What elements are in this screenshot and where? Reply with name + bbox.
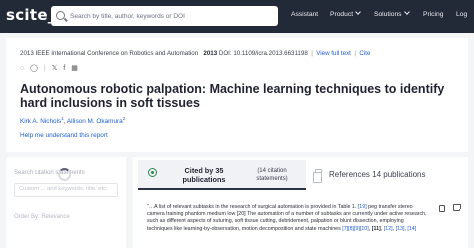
search-bar[interactable]	[51, 6, 278, 26]
nav-solutions-label: Solutions	[374, 11, 402, 18]
citation-snippet: "…A list of relevant subtasks in the res…	[147, 204, 427, 232]
help-understand-link[interactable]: Help me understand this report	[20, 132, 108, 139]
cite-link[interactable]: Cite	[359, 50, 370, 57]
paper-venue: 2013 IEEE International Conference on Ro…	[20, 50, 199, 57]
divider: |	[43, 65, 46, 72]
cited-by-count: Cited by 35 publications	[182, 166, 226, 184]
order-by-select[interactable]: Order By: Relevance	[14, 214, 70, 220]
search-input[interactable]	[70, 9, 270, 23]
paper-doi: DOI: 10.1109/icra.2013.6631198	[218, 50, 308, 57]
loading-spinner	[58, 168, 71, 181]
bookmark-icon[interactable]: ◯	[30, 64, 38, 72]
tab-references[interactable]: References 14 publications	[309, 160, 464, 190]
nav-product[interactable]: Product	[330, 9, 361, 18]
citations-panel: Cited by 35 publications (14 citation st…	[133, 157, 468, 248]
search-icon	[56, 11, 65, 20]
nav-solutions[interactable]: Solutions	[374, 9, 410, 18]
nav-pricing[interactable]: Pricing	[423, 11, 443, 18]
ref-highlight[interactable]: [11]	[372, 226, 381, 232]
search-citations-label: Search citation statements	[14, 170, 85, 176]
view-full-text-link[interactable]: View full text	[316, 50, 351, 57]
references-icon	[313, 169, 322, 183]
ref-link[interactable]: [19]	[358, 204, 367, 210]
ref-link[interactable]: [14]	[407, 226, 416, 232]
tab-cited-by[interactable]: Cited by 35 publications (14 citation st…	[138, 160, 306, 190]
citation-statements-count: (14 citation statements)	[256, 168, 288, 182]
paper-card: 2013 IEEE International Conference on Ro…	[6, 38, 468, 152]
paper-meta: 2013 IEEE International Conference on Ro…	[20, 50, 371, 57]
chevron-down-icon	[403, 9, 410, 15]
facebook-icon[interactable]: f	[63, 65, 65, 72]
paper-authors: Kirk A. Nichols1, Allison M. Okamura2	[20, 116, 126, 126]
citation-search-input[interactable]	[19, 186, 114, 192]
author-link[interactable]: Allison M. Okamura2	[67, 116, 125, 125]
twitter-icon[interactable]: 𝕏	[52, 64, 58, 72]
linkedin-icon[interactable]: ▦	[71, 64, 78, 72]
scite-logo[interactable]: scite_	[6, 6, 56, 24]
chevron-down-icon	[355, 9, 361, 15]
loading-icon: ◌	[20, 65, 25, 72]
author-link[interactable]: Kirk A. Nichols1	[20, 116, 64, 125]
ref-link[interactable]: [13]	[396, 226, 405, 232]
nav-product-label: Product	[330, 11, 354, 18]
citation-filter-panel: Search citation statements Order By: Rel…	[6, 157, 126, 248]
citation-search-field[interactable]	[14, 183, 118, 197]
cited-by-icon	[148, 168, 157, 177]
references-label: References 14 publications	[329, 170, 426, 179]
ref-link[interactable]: [7][8][9][10]	[342, 226, 369, 232]
paper-year: 2013	[203, 50, 218, 57]
ref-link[interactable]: [12]	[384, 226, 393, 232]
nav-login[interactable]: Log	[456, 11, 467, 18]
external-link-icon[interactable]	[453, 204, 461, 211]
paper-title: Autonomous robotic palpation: Machine le…	[20, 82, 445, 110]
top-navigation-bar: scite_ Assistant Product Solutions Prici…	[0, 0, 474, 33]
nav-assistant[interactable]: Assistant	[291, 11, 318, 18]
copy-icon[interactable]	[439, 205, 445, 212]
share-icons: ◌ ◯ | 𝕏 f ▦	[20, 64, 82, 74]
